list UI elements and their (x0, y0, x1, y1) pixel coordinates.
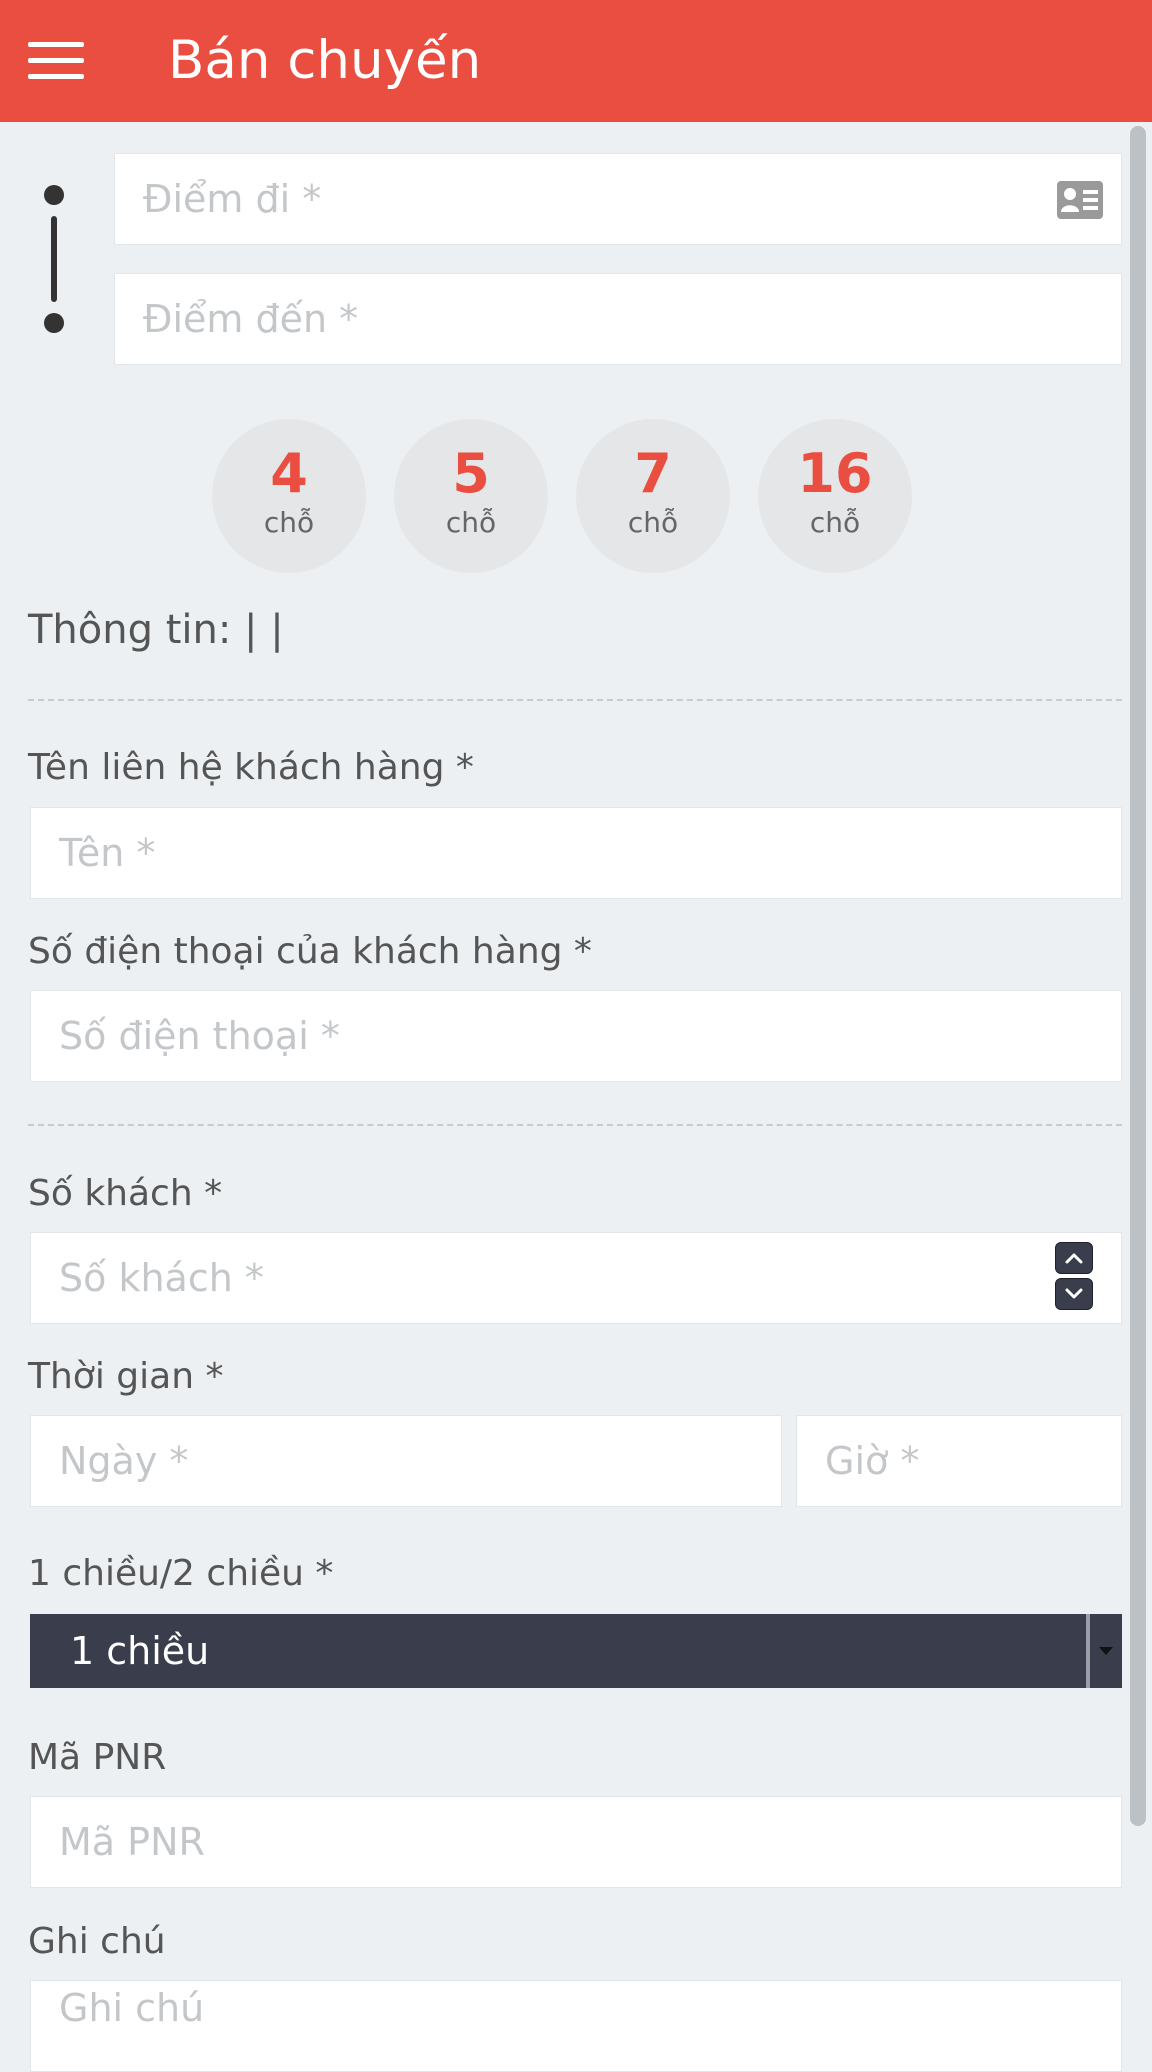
section-divider (28, 699, 1122, 701)
trip-type-label: 1 chiều/2 chiều * (28, 1553, 334, 1594)
hour-input[interactable] (797, 1416, 1121, 1506)
customer-phone-field (30, 990, 1122, 1082)
pnr-field (30, 1796, 1122, 1888)
date-input[interactable] (31, 1416, 781, 1506)
customer-name-field (30, 807, 1122, 899)
seat-option-4[interactable]: 4 chỗ (212, 419, 366, 573)
seat-unit: chỗ (809, 506, 861, 539)
note-input[interactable] (31, 1981, 1121, 2035)
chevron-up-icon (1065, 1253, 1083, 1264)
trip-type-selected-value: 1 chiều (70, 1629, 210, 1673)
time-label: Thời gian * (28, 1356, 224, 1397)
seat-number: 4 (270, 442, 308, 505)
date-field (30, 1415, 782, 1507)
seat-unit: chỗ (263, 506, 315, 539)
customer-name-label: Tên liên hệ khách hàng * (28, 747, 474, 788)
passenger-count-label: Số khách * (28, 1173, 223, 1214)
customer-phone-input[interactable] (31, 991, 1121, 1081)
section-divider (28, 1124, 1122, 1126)
passenger-count-stepper (1055, 1242, 1095, 1314)
increment-button[interactable] (1055, 1242, 1093, 1274)
customer-phone-label: Số điện thoại của khách hàng * (28, 931, 592, 972)
customer-name-input[interactable] (31, 808, 1121, 898)
note-label: Ghi chú (28, 1921, 166, 1962)
seat-option-7[interactable]: 7 chỗ (576, 419, 730, 573)
vertical-scrollbar[interactable] (1130, 126, 1146, 1826)
contact-card-icon[interactable] (1057, 181, 1103, 219)
seat-number: 5 (452, 442, 490, 505)
seat-option-16[interactable]: 16 chỗ (758, 419, 912, 573)
hour-field (796, 1415, 1122, 1507)
chevron-down-icon (1065, 1288, 1083, 1299)
decrement-button[interactable] (1055, 1278, 1093, 1310)
trip-info-text: Thông tin: | | (28, 607, 284, 653)
caret-down-icon (1099, 1647, 1113, 1655)
page-title: Bán chuyến (168, 30, 482, 91)
app-header: Bán chuyến (0, 0, 1152, 122)
seat-number: 7 (634, 442, 672, 505)
trip-type-select[interactable]: 1 chiều (30, 1614, 1122, 1688)
seat-option-5[interactable]: 5 chỗ (394, 419, 548, 573)
seat-unit: chỗ (445, 506, 497, 539)
origin-field (114, 153, 1122, 245)
hamburger-menu-icon[interactable] (28, 38, 84, 84)
destination-input[interactable] (115, 274, 1121, 364)
passenger-count-input[interactable] (31, 1233, 1121, 1323)
note-field (30, 1980, 1122, 2072)
seat-unit: chỗ (627, 506, 679, 539)
passenger-count-field (30, 1232, 1122, 1324)
pnr-label: Mã PNR (28, 1737, 167, 1778)
select-arrow (1086, 1614, 1122, 1688)
destination-field (114, 273, 1122, 365)
pnr-input[interactable] (31, 1797, 1121, 1887)
route-line-icon (44, 185, 64, 333)
seat-number: 16 (797, 442, 873, 505)
origin-input[interactable] (115, 154, 1121, 244)
